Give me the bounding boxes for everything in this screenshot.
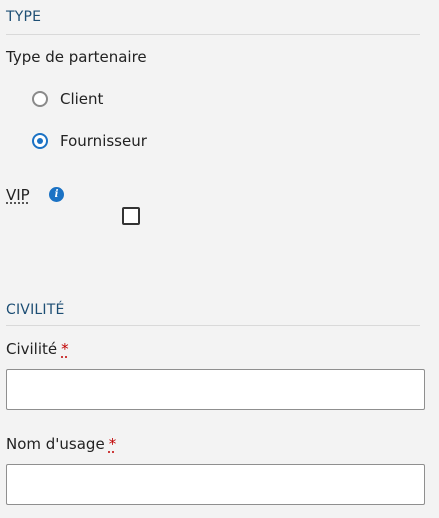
radio-fournisseur-circle[interactable] — [32, 133, 48, 149]
usage-name-field-label: Nom d'usage * — [6, 435, 116, 453]
radio-option-fournisseur[interactable]: Fournisseur — [32, 131, 147, 151]
partner-type-label: Type de partenaire — [6, 48, 147, 66]
radio-option-client[interactable]: Client — [32, 89, 103, 109]
civility-input[interactable] — [6, 369, 425, 410]
type-section-heading: TYPE — [6, 9, 42, 25]
vip-checkbox[interactable] — [122, 207, 140, 225]
type-section-divider — [6, 34, 420, 35]
civility-section-divider — [6, 325, 420, 326]
usage-name-required-mark: * — [108, 435, 117, 453]
radio-fournisseur-label[interactable]: Fournisseur — [60, 132, 147, 150]
civility-label-text: Civilité — [6, 340, 58, 358]
usage-name-label-text: Nom d'usage — [6, 435, 105, 453]
info-icon[interactable]: i — [49, 187, 64, 202]
radio-client-label[interactable]: Client — [60, 90, 103, 108]
civility-required-mark: * — [61, 340, 69, 358]
radio-client-circle[interactable] — [32, 91, 48, 107]
partner-form: TYPE Type de partenaire Client Fournisse… — [0, 0, 439, 518]
civility-field-label: Civilité * — [6, 340, 69, 358]
civility-section-heading: CIVILITÉ — [6, 302, 65, 318]
vip-label: VIP — [6, 186, 30, 204]
usage-name-input[interactable] — [6, 464, 425, 505]
